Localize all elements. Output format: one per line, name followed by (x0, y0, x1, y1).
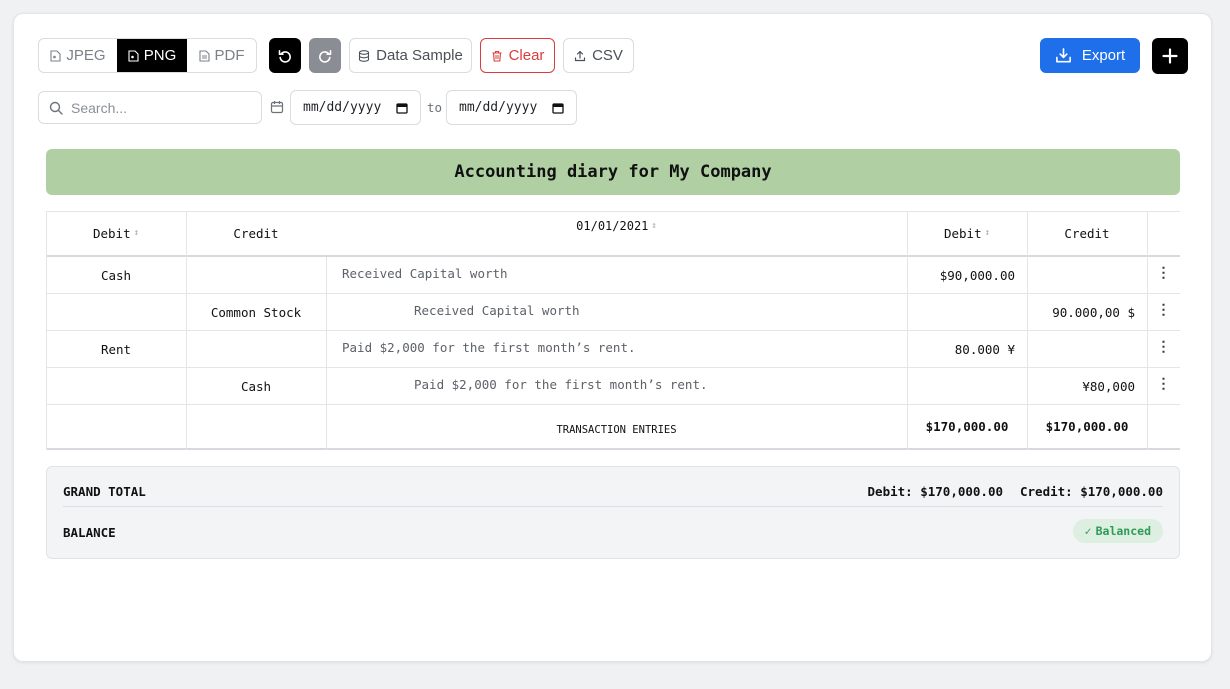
journal-table: Debit ↕ Credit 01/01/2021 ↕ Debit ↕ Credit … (46, 211, 1180, 450)
date-from-placeholder: mm/dd/yyyy (303, 100, 382, 115)
header-date[interactable]: 01/01/2021 ↕ (326, 211, 907, 241)
row-credit-account (186, 257, 326, 293)
upload-icon (574, 50, 586, 61)
undo-button[interactable] (269, 38, 301, 73)
row-debit-amount: $90,000.00 (939, 267, 1015, 283)
balance-label: BALANCE (63, 525, 116, 540)
format-jpeg-button[interactable]: JPEG (39, 39, 117, 72)
header-date-label: 01/01/2021 (576, 219, 649, 233)
journal-title: Accounting diary for My Company (454, 162, 772, 182)
row-menu-icon[interactable]: ⋮ (1147, 329, 1180, 365)
export-label: Export (1081, 47, 1126, 64)
row-credit-amount (1027, 331, 1135, 367)
row-credit-amount: 90.000,00 $ (1052, 304, 1135, 320)
row-debit-account (46, 294, 186, 330)
csv-label: CSV (592, 47, 623, 64)
footer-credit-total: $170,000.00 (1045, 418, 1129, 434)
grand-total-debit: Debit: $170,000.00 (867, 484, 1003, 499)
search-box[interactable]: Search... (38, 91, 262, 124)
plus-icon (1162, 48, 1178, 64)
row-debit-account: Cash (100, 267, 132, 283)
grand-total-credit: Credit: $170,000.00 (1020, 484, 1163, 499)
header-credit-amount: Credit (1027, 211, 1147, 255)
grand-total-label: GRAND TOTAL (63, 484, 146, 499)
row-menu-icon[interactable]: ⋮ (1147, 366, 1180, 402)
header-credit-account: Credit (186, 211, 326, 255)
date-range-to-label: to (427, 100, 443, 115)
date-to-input[interactable]: mm/dd/yyyy (446, 90, 577, 125)
row-credit-account: Common Stock (210, 304, 302, 320)
row-menu-icon[interactable]: ⋮ (1147, 255, 1180, 291)
redo-icon (319, 49, 332, 63)
date-from-input[interactable]: mm/dd/yyyy (290, 90, 421, 125)
header-debit-amount[interactable]: Debit ↕ (907, 211, 1027, 255)
sort-icon: ↕ (133, 228, 140, 238)
header-debit-amount-label: Debit (943, 225, 982, 241)
sort-icon: ↕ (651, 221, 657, 231)
balance-status-badge: ✓ Balanced (1072, 519, 1163, 543)
row-debit-amount (907, 294, 1015, 330)
clear-button[interactable]: Clear (480, 38, 555, 73)
journal-title-banner: Accounting diary for My Company (46, 149, 1180, 195)
header-credit-account-label: Credit (233, 225, 279, 241)
file-image-icon (128, 49, 139, 62)
totals-summary: GRAND TOTAL Debit: $170,000.00 Credit: $… (46, 466, 1180, 559)
redo-button[interactable] (309, 38, 341, 73)
add-button[interactable] (1152, 38, 1188, 74)
footer-debit-total: $170,000.00 (925, 418, 1009, 434)
row-debit-account (46, 368, 186, 404)
format-pdf-label: PDF (214, 47, 245, 64)
row-credit-amount: ¥80,000 (1082, 378, 1135, 394)
format-png-label: PNG (143, 47, 177, 64)
undo-icon (278, 49, 291, 63)
calendar-picker-icon[interactable] (552, 102, 564, 114)
row-description: Received Capital worth (414, 302, 580, 318)
header-debit-account-label: Debit (92, 225, 131, 241)
row-menu-icon[interactable]: ⋮ (1147, 292, 1180, 328)
balance-status-text: Balanced (1095, 524, 1151, 538)
transaction-entries-label: TRANSACTION ENTRIES (556, 424, 677, 436)
clear-label: Clear (508, 47, 545, 64)
row-debit-account: Rent (100, 341, 132, 357)
date-to-placeholder: mm/dd/yyyy (459, 100, 538, 115)
header-credit-amount-label: Credit (1064, 225, 1110, 241)
data-sample-button[interactable]: Data Sample (349, 38, 472, 73)
row-credit-account: Cash (240, 378, 272, 394)
row-description: Paid $2,000 for the first month’s rent. (342, 339, 636, 355)
format-jpeg-label: JPEG (66, 47, 106, 64)
format-selector: JPEG PNG PDF (38, 38, 257, 73)
search-input[interactable]: Search... (71, 100, 127, 116)
calendar-picker-icon[interactable] (396, 102, 408, 114)
download-icon (1055, 48, 1071, 63)
main-card: JPEG PNG PDF Data Sample Clear CSV Expor… (13, 13, 1212, 662)
csv-button[interactable]: CSV (563, 38, 634, 73)
header-debit-account[interactable]: Debit ↕ (46, 211, 186, 255)
file-image-icon (50, 49, 61, 62)
row-debit-amount (907, 368, 1015, 404)
database-icon (359, 49, 370, 62)
trash-icon (492, 50, 502, 62)
format-pdf-button[interactable]: PDF (187, 39, 256, 72)
format-png-button[interactable]: PNG (117, 39, 187, 72)
calendar-icon (270, 101, 284, 114)
row-description: Received Capital worth (342, 265, 508, 281)
divider (63, 506, 1163, 507)
row-debit-amount: 80.000 ¥ (954, 341, 1015, 357)
row-credit-amount (1027, 257, 1135, 293)
row-credit-account (186, 331, 326, 367)
search-icon (49, 101, 63, 115)
export-button[interactable]: Export (1040, 38, 1140, 73)
sort-icon: ↕ (984, 228, 991, 238)
check-icon: ✓ (1084, 524, 1092, 538)
file-text-icon (198, 49, 210, 62)
row-description: Paid $2,000 for the first month’s rent. (414, 376, 708, 392)
data-sample-label: Data Sample (376, 47, 463, 64)
